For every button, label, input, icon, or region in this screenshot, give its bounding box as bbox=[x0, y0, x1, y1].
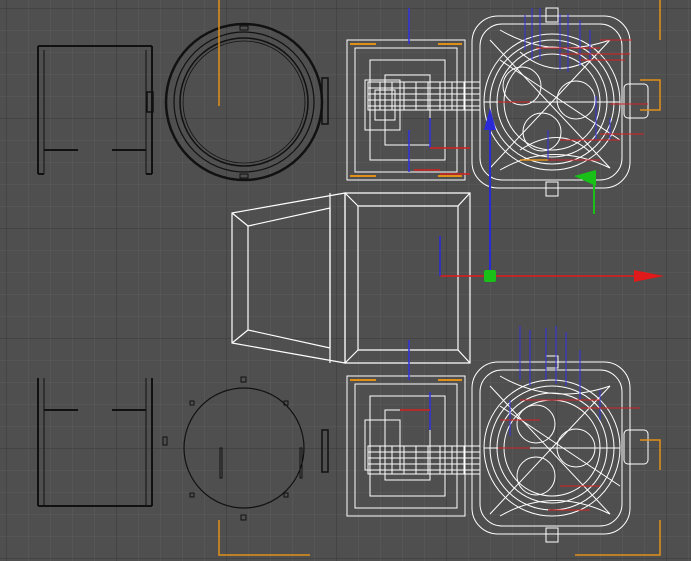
3d-viewport-top[interactable] bbox=[0, 0, 691, 561]
green-cube-icon[interactable] bbox=[484, 270, 496, 282]
viewport-canvas[interactable] bbox=[0, 0, 691, 561]
